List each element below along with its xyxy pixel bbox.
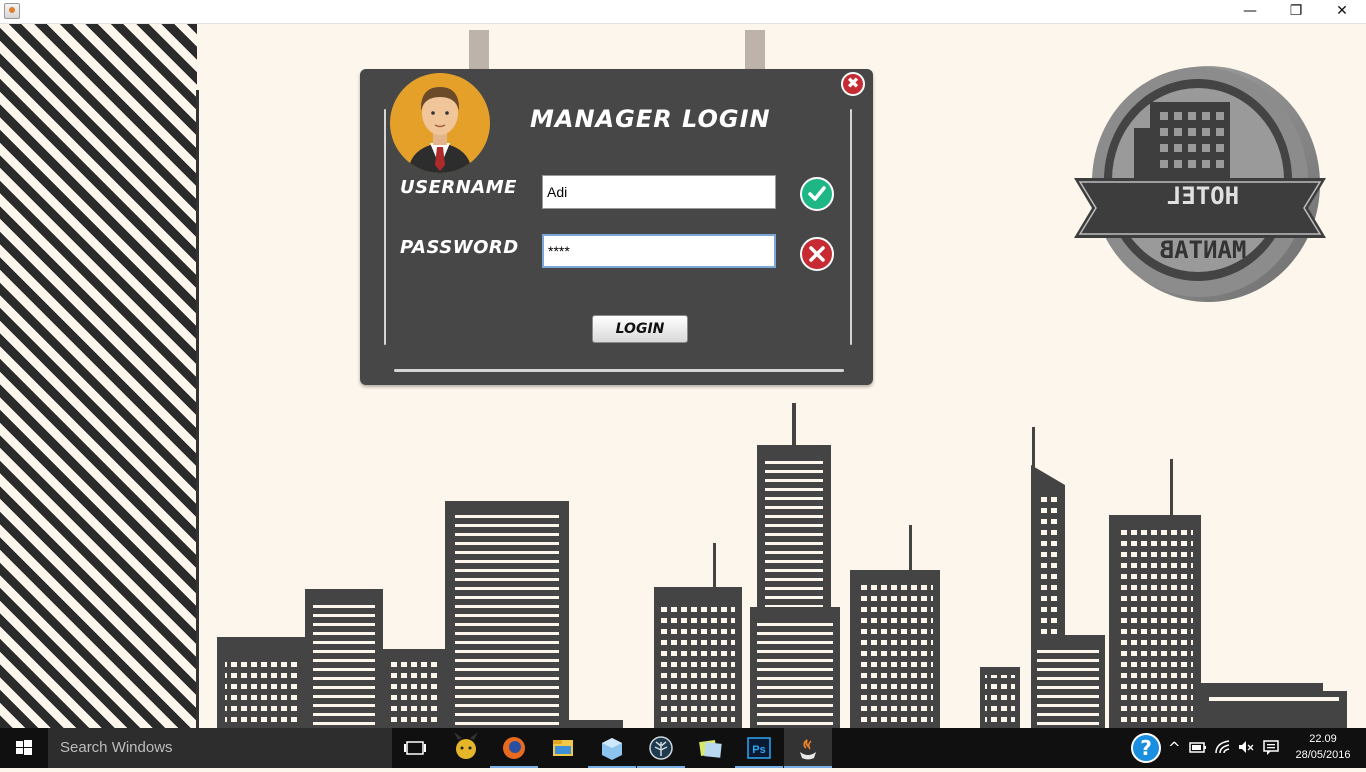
taskbar: Search Windows Ps ? ^ 22.09 28/05/2016 [0,728,1366,768]
password-input[interactable] [542,234,776,268]
svg-text:Ps: Ps [752,744,765,756]
chalk-line-bottom [394,369,844,372]
clock[interactable]: 22.09 28/05/2016 [1286,731,1360,763]
password-label: PASSWORD [400,237,519,258]
login-button[interactable]: LOGIN [592,315,688,343]
striped-panel [0,24,197,728]
title-bar: — ❐ ✕ [0,0,1366,24]
manager-avatar-icon [408,87,472,173]
clock-time: 22.09 [1309,733,1337,745]
tree-app-button[interactable] [637,728,685,768]
sticky-notes-icon [699,739,722,758]
manager-login-dialog: MANAGER LOGIN ✖ USERNAME PASSWORD LOGIN [360,69,873,385]
password-invalid-icon [800,237,834,271]
firefox-button[interactable] [490,728,538,768]
svg-text:?: ? [1140,736,1152,760]
hotel-logo: HOTEL MANTAB [1074,66,1326,302]
dialog-close-button[interactable]: ✖ [841,72,865,96]
dialog-title: MANAGER LOGIN [530,105,771,133]
firefox-icon [503,737,525,759]
file-explorer-button[interactable] [539,728,587,768]
minimize-button[interactable]: — [1227,0,1273,23]
file-explorer-icon [553,740,573,756]
box-app-button[interactable] [588,728,636,768]
java-app-icon [4,3,20,19]
username-input[interactable] [542,175,776,209]
sticky-notes-button[interactable] [686,728,734,768]
wifi-icon[interactable] [1214,738,1232,760]
logo-text-line2: MANTAB [1160,236,1247,264]
chalk-line-right [850,109,852,345]
task-view-button[interactable] [392,728,440,768]
search-box[interactable]: Search Windows [48,728,392,768]
start-button[interactable] [0,728,48,768]
photoshop-button[interactable]: Ps [735,728,783,768]
clock-date: 28/05/2016 [1295,749,1351,761]
username-label: USERNAME [400,177,517,198]
username-valid-icon [800,177,834,211]
action-center-icon[interactable] [1262,738,1280,760]
battery-icon[interactable] [1189,738,1207,760]
volume-muted-icon[interactable] [1237,738,1255,760]
logo-text-line1: HOTEL [1167,182,1239,210]
restore-button[interactable]: ❐ [1273,0,1319,23]
chalk-line-left [384,109,386,345]
sign-post-left [469,30,489,70]
help-icon: ? [1131,733,1161,763]
sign-post-right [745,30,765,70]
window-close-button[interactable]: ✕ [1319,0,1365,23]
box-app-icon [602,738,622,760]
city-skyline [217,403,1347,728]
help-button[interactable]: ? [1130,732,1162,768]
manager-avatar [390,73,490,173]
pikachu-app-icon [454,732,478,759]
java-icon [800,739,816,760]
task-view-icon [404,741,426,755]
windows-logo-icon [16,740,32,755]
show-hidden-icons-chevron-icon[interactable]: ^ [1168,739,1181,757]
tree-app-icon [649,736,673,760]
java-app-button[interactable] [784,728,832,768]
pikachu-app-button[interactable] [442,728,490,768]
photoshop-icon: Ps [747,737,771,759]
